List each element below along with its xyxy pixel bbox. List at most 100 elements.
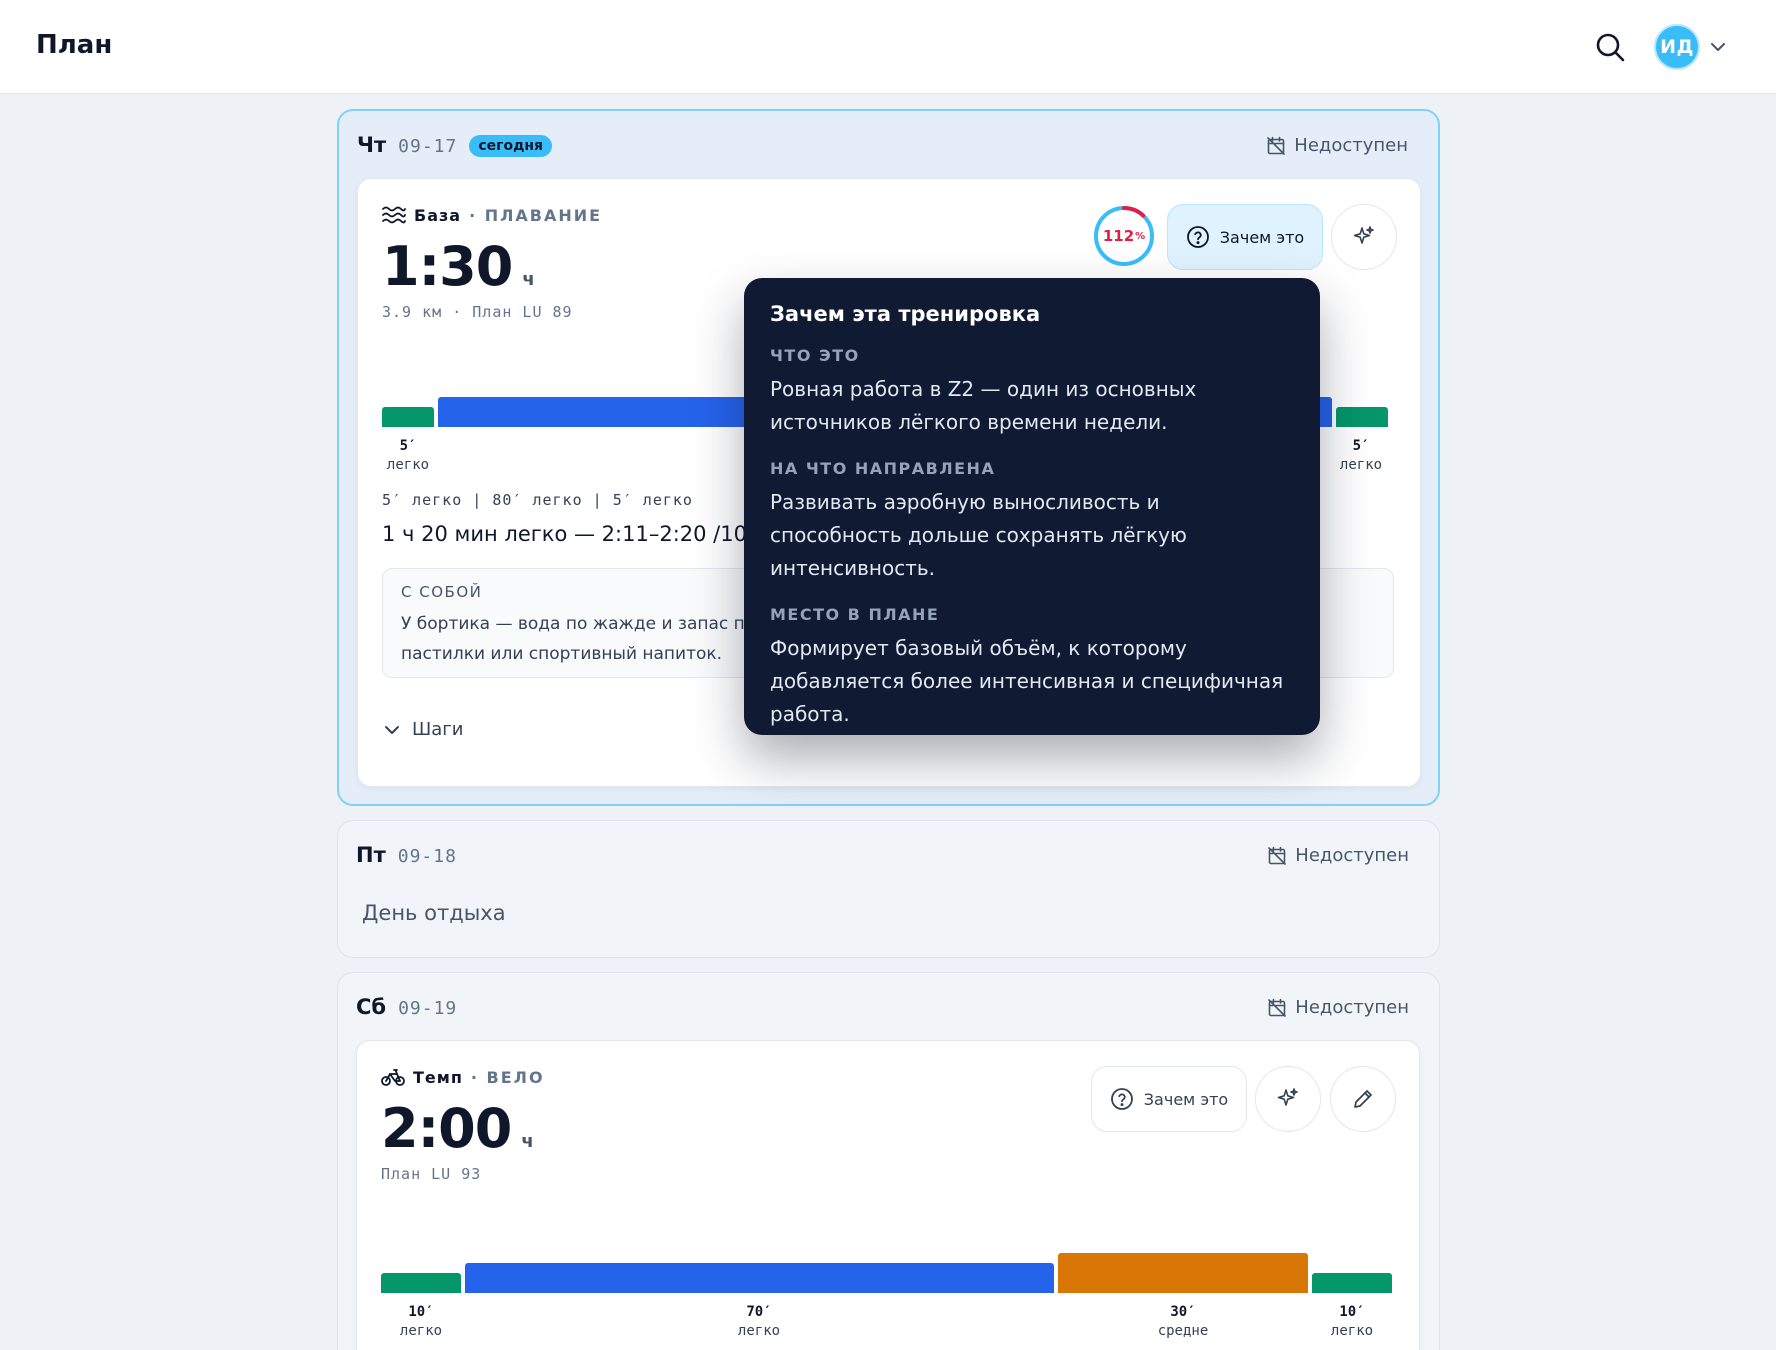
day-date: 09-19 [398,998,458,1019]
ai-assist-button[interactable] [1255,1066,1321,1132]
today-badge: сегодня [469,135,553,157]
sparkles-icon [1353,226,1374,244]
ai-assist-button[interactable] [1331,204,1397,270]
page-title: План [36,30,113,60]
duration-value: 1:30 [382,235,513,298]
calendar-off-icon [1268,846,1287,865]
segment-label-main: 70′ легко [709,1303,809,1341]
bring-with-text: У бортика — вода по жажде и запас пр пас… [401,614,756,664]
workout-meta: 3.9 км · План LU 89 [382,303,573,321]
workout-duration: 1:30 ч [382,235,535,298]
popover-section-text: Развивать аэробную выносливость и способ… [770,490,1187,580]
availability-status[interactable]: Недоступен [1267,997,1409,1018]
segment-bar-warmup [381,1273,461,1293]
workout-duration: 2:00 ч [381,1097,534,1160]
calendar-off-icon [1268,998,1287,1017]
popover-section-heading: НА ЧТО НАПРАВЛЕНА [770,459,996,478]
segment-minutes: 70′ [746,1304,772,1320]
workout-sport-name: · ПЛАВАНИЕ [469,205,603,225]
popover-title: Зачем эта тренировка [770,302,1041,326]
workout-sport-name: · ВЕЛО [470,1067,545,1087]
availability-status[interactable]: Недоступен [1266,135,1408,156]
segment-bar-tempo [1058,1253,1308,1293]
rest-day-label: День отдыха [362,901,506,925]
day-date: 09-18 [397,846,457,867]
segment-label-tempo: 30′ средне [1133,1303,1233,1341]
segment-zone: легко [1339,457,1383,473]
popover-section-text: Формирует базовый объём, к которому доба… [770,636,1284,726]
why-this-button[interactable]: Зачем это [1167,204,1323,270]
top-bar: План ИД [0,0,1776,94]
availability-label: Недоступен [1295,997,1409,1018]
steps-toggle-label: Шаги [412,719,464,740]
segment-label-warmup: 10′ легко [381,1303,461,1341]
segment-zone: легко [1330,1323,1374,1339]
day-block-friday: Пт 09-18 Недоступен День отдыха [337,820,1440,958]
popover-section-heading: ЧТО ЭТО [770,346,860,365]
pencil-icon [1354,1090,1372,1108]
chevron-down-icon [385,725,399,734]
workout-meta: План LU 93 [381,1165,482,1183]
duration-unit: ч [522,269,535,290]
day-of-week: Чт [357,133,387,157]
segment-zone: легко [399,1323,443,1339]
popover-section-place: МЕСТО В ПЛАНЕ Формирует базовый объём, к… [770,605,1294,731]
segment-bar-main [465,1263,1054,1293]
day-header: Чт 09-17 сегодня [357,133,553,159]
workout-card[interactable]: Темп · ВЕЛО 2:00 ч План LU 93 Зачем это [356,1040,1420,1350]
compliance-unit: % [1135,230,1146,242]
segment-minutes: 5′ [1352,438,1370,454]
popover-section-what: ЧТО ЭТО Ровная работа в Z2 — один из осн… [770,346,1294,439]
workout-sport: Темп · ВЕЛО [381,1067,545,1087]
compliance-value: 112 [1102,227,1135,245]
why-this-label: Зачем это [1143,1089,1229,1109]
segment-minutes: 10′ [1339,1304,1365,1320]
why-this-label: Зачем это [1219,227,1305,247]
steps-summary: 5′ легко | 80′ легко | 5′ легко [382,491,693,509]
availability-label: Недоступен [1295,845,1409,866]
segment-zone: легко [386,457,430,473]
day-of-week: Пт [356,843,386,867]
segment-minutes: 30′ [1170,1304,1196,1320]
search-icon[interactable] [1594,31,1626,63]
compliance-label: 112% [1093,205,1155,267]
help-circle-icon [1110,1088,1133,1110]
segment-minutes: 5′ [399,438,417,454]
segment-label-cooldown: 10′ легко [1312,1303,1392,1341]
day-block-saturday: Сб 09-19 Недоступен Темп · ВЕЛО 2:00 ч П… [337,972,1440,1350]
calendar-off-icon [1267,136,1286,155]
day-header: Сб 09-19 [356,995,457,1019]
sparkles-icon [1277,1088,1298,1106]
workout-type: База [414,205,462,225]
help-circle-icon [1186,226,1209,248]
edit-button[interactable] [1330,1066,1396,1132]
why-this-button[interactable]: Зачем это [1091,1066,1247,1132]
duration-unit: ч [521,1131,534,1152]
segment-bar-cooldown [1312,1273,1392,1293]
workout-type: Темп [413,1067,463,1087]
why-this-popover: Зачем эта тренировка ЧТО ЭТО Ровная рабо… [744,278,1320,735]
segment-bar-warmup [382,407,434,427]
popover-section-text: Ровная работа в Z2 — один из основных ис… [770,377,1197,434]
avatar[interactable]: ИД [1654,24,1700,70]
segment-zone: легко [737,1323,781,1339]
popover-section-heading: МЕСТО В ПЛАНЕ [770,605,940,624]
availability-label: Недоступен [1294,135,1408,156]
segment-minutes: 10′ [408,1304,434,1320]
segment-zone: средне [1157,1323,1209,1339]
segment-label-warmup: 5′ легко [378,437,438,475]
availability-status[interactable]: Недоступен [1267,845,1409,866]
pace-summary: 1 ч 20 мин легко — 2:11–2:20 /100м [382,522,777,546]
bike-icon [381,1069,405,1086]
day-header: Пт 09-18 [356,843,457,867]
segment-bar-cooldown [1336,407,1388,427]
day-of-week: Сб [356,995,387,1019]
day-date: 09-17 [398,136,458,157]
duration-value: 2:00 [381,1097,512,1160]
waves-icon [382,206,406,224]
segment-label-cooldown: 5′ легко [1328,437,1394,475]
popover-section-goal: НА ЧТО НАПРАВЛЕНА Развивать аэробную вын… [770,459,1294,585]
steps-toggle[interactable]: Шаги [382,719,463,740]
chevron-down-icon[interactable] [1709,38,1727,56]
workout-sport: База · ПЛАВАНИЕ [382,205,602,225]
